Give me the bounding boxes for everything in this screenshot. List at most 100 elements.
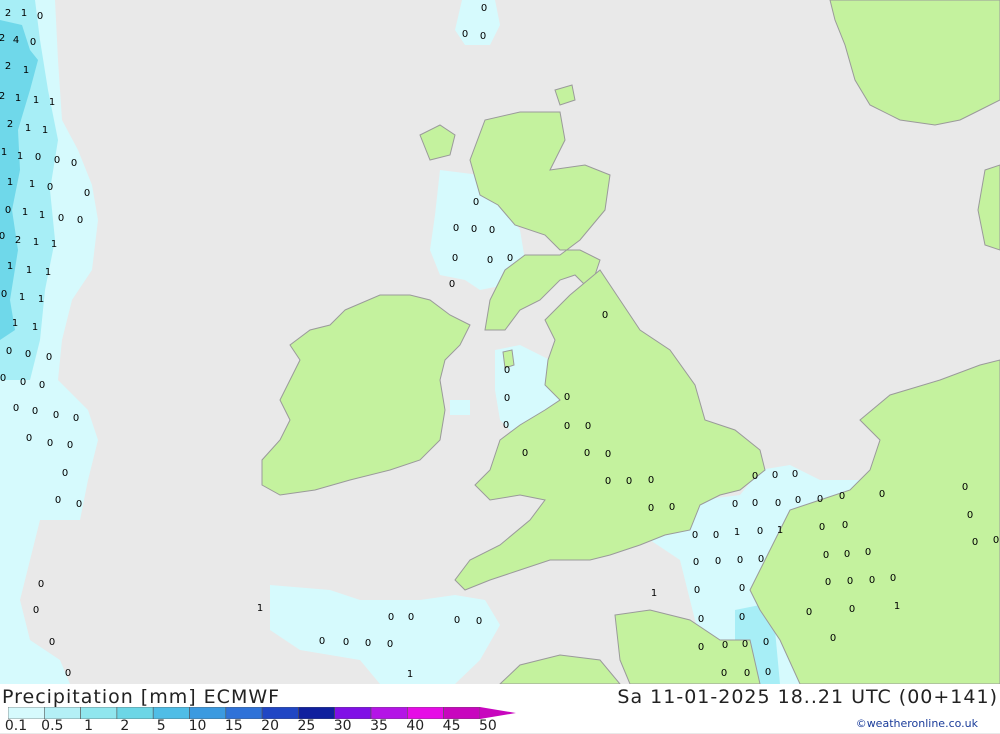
precip-value-label: 1 [26,265,32,276]
precip-value-label: 0 [737,555,743,566]
scale-tick-label: 15 [224,718,243,734]
precip-value-label: 0 [13,403,19,414]
precip-value-label: 0 [319,636,325,647]
precip-value-label: 0 [967,510,973,521]
precip-value-label: 0 [46,352,52,363]
precip-value-label: 1 [29,179,35,190]
credit-link[interactable]: ©weatheronline.co.uk [856,717,978,730]
precip-value-label: 0 [605,476,611,487]
precip-value-label: 0 [605,449,611,460]
precip-value-label: 0 [830,633,836,644]
precip-value-label: 0 [865,547,871,558]
precip-value-label: 0 [387,639,393,650]
scale-tick-label: 5 [156,718,166,734]
scale-tick-label: 20 [261,718,280,734]
precip-value-label: 0 [67,440,73,451]
precip-value-label: 2 [15,235,21,246]
precip-value-label: 0 [462,29,468,40]
map-title: Precipitation [mm] ECMWF [2,686,281,708]
precip-value-label: 0 [775,498,781,509]
precip-value-label: 0 [54,155,60,166]
precip-value-label: 0 [20,377,26,388]
precip-value-label: 1 [45,267,51,278]
precip-value-label: 0 [0,373,6,384]
precip-value-label: 0 [55,495,61,506]
precip-value-label: 0 [742,639,748,650]
precip-value-label: 0 [648,475,654,486]
precip-value-label: 0 [25,349,31,360]
precip-value-label: 0 [648,503,654,514]
precip-value-label: 0 [47,438,53,449]
precip-value-label: 0 [47,182,53,193]
precip-value-label: 1 [7,261,13,272]
precip-value-label: 0 [84,188,90,199]
precip-value-label: 0 [993,535,999,546]
precip-value-label: 0 [758,554,764,565]
precip-value-label: 0 [365,638,371,649]
precip-value-label: 0 [744,668,750,679]
precip-value-label: 0 [53,410,59,421]
precip-value-label: 0 [481,3,487,14]
precip-value-label: 1 [33,237,39,248]
precip-value-label: 1 [22,207,28,218]
precip-value-label: 0 [35,152,41,163]
precip-value-label: 0 [721,668,727,679]
scale-tick-label: 1 [84,718,94,734]
precip-value-label: 0 [62,468,68,479]
scale-tick-label: 0.1 [4,718,28,734]
precip-value-label: 0 [839,491,845,502]
precip-value-label: 0 [772,470,778,481]
precip-value-label: 0 [71,158,77,169]
precip-value-label: 0 [26,433,32,444]
precip-value-label: 1 [17,151,23,162]
legend-footer: Precipitation [mm] ECMWF Sa 11-01-2025 1… [0,684,1000,734]
precip-value-label: 0 [58,213,64,224]
precip-value-label: 0 [32,406,38,417]
precip-value-label: 0 [453,223,459,234]
precip-value-label: 4 [13,35,19,46]
precip-value-label: 0 [806,607,812,618]
precip-value-label: 0 [564,421,570,432]
precip-value-label: 0 [522,448,528,459]
precip-value-label: 0 [739,612,745,623]
precip-value-label: 0 [476,616,482,627]
precip-value-label: 1 [33,95,39,106]
precip-value-label: 0 [763,637,769,648]
precip-value-label: 0 [452,253,458,264]
precip-value-label: 0 [73,413,79,424]
precip-value-label: 1 [734,527,740,538]
precip-value-label: 0 [65,668,71,679]
precip-value-label: 0 [817,494,823,505]
precip-value-label: 0 [795,495,801,506]
scale-tick-label: 40 [406,718,425,734]
precip-area-nw-sea [450,400,470,415]
precip-value-label: 0 [847,576,853,587]
precip-value-label: 0 [480,31,486,42]
precip-value-label: 0 [585,421,591,432]
precip-value-label: 2 [5,61,11,72]
precip-value-label: 1 [49,97,55,108]
precip-value-label: 0 [584,448,590,459]
scale-tick-label: 45 [442,718,461,734]
precip-value-label: 0 [30,37,36,48]
precip-value-label: 1 [25,123,31,134]
precip-value-label: 0 [757,526,763,537]
scale-tick-label: 25 [297,718,316,734]
precip-value-label: 0 [602,310,608,321]
precip-value-label: 0 [722,640,728,651]
precip-value-label: 0 [507,253,513,264]
precip-value-label: 0 [819,522,825,533]
precip-value-label: 1 [21,8,27,19]
precip-value-label: 0 [962,482,968,493]
precip-value-label: 0 [487,255,493,266]
precip-value-label: 0 [388,612,394,623]
precip-value-label: 1 [651,588,657,599]
precip-value-label: 1 [51,239,57,250]
precip-value-label: 0 [1,289,7,300]
precip-value-label: 0 [471,224,477,235]
precip-value-label: 0 [698,614,704,625]
precip-value-label: 0 [473,197,479,208]
precip-value-label: 0 [77,215,83,226]
scale-tick-label: 2 [120,718,130,734]
scale-tick-label: 50 [478,718,497,734]
